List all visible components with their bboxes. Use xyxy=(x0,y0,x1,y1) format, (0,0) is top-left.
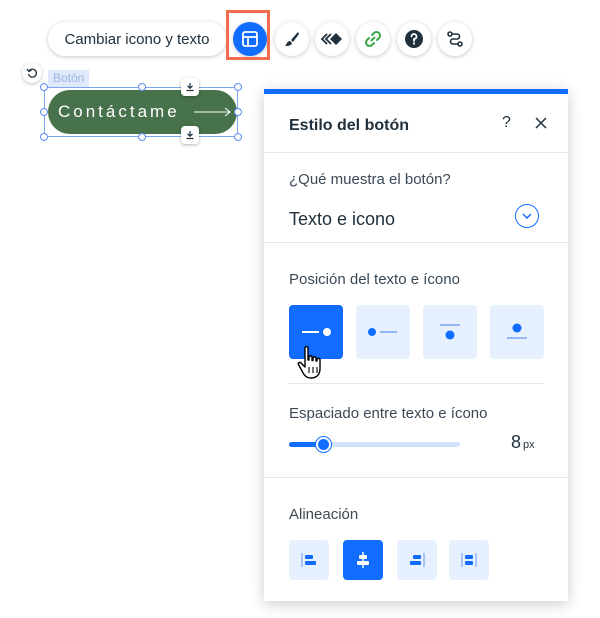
connect-button[interactable] xyxy=(438,22,472,56)
arrow-right-icon xyxy=(193,107,231,117)
resize-handle-bottom-left[interactable] xyxy=(40,133,48,141)
display-section: ¿Qué muestra el botón? Texto e icono xyxy=(264,153,568,243)
site-button-label: Contáctame xyxy=(58,102,180,121)
download-icon xyxy=(186,83,194,92)
change-icon-and-text-button[interactable]: Cambiar icono y texto xyxy=(48,22,226,56)
alignment-section: Alineación xyxy=(264,478,568,600)
paintbrush-icon xyxy=(285,32,299,46)
rotate-handle[interactable] xyxy=(22,63,42,83)
panel-title: Estilo del botón xyxy=(289,117,409,134)
resize-handle-left[interactable] xyxy=(40,108,48,116)
align-right-button[interactable] xyxy=(397,540,437,580)
resize-handle-bottom-right[interactable] xyxy=(234,133,242,141)
align-left-icon xyxy=(301,553,316,567)
display-dropdown-value[interactable]: Texto e icono xyxy=(289,209,395,230)
download-icon xyxy=(186,131,194,140)
stretch-bottom-handle[interactable] xyxy=(181,126,199,144)
spacing-value[interactable]: 8 xyxy=(511,432,521,453)
display-label: ¿Qué muestra el botón? xyxy=(289,171,451,188)
site-button[interactable]: Contáctame xyxy=(48,90,237,134)
spacing-slider-thumb[interactable] xyxy=(316,437,332,452)
position-option-text-top[interactable] xyxy=(423,305,477,359)
highlight-frame xyxy=(226,10,270,60)
panel-close-button[interactable] xyxy=(530,112,552,134)
resize-handle-top-left[interactable] xyxy=(40,83,48,91)
panel-header: Estilo del botón ? xyxy=(264,94,568,153)
spacing-label: Espaciado entre texto e ícono xyxy=(289,405,488,422)
resize-handle-bottom[interactable] xyxy=(138,133,146,141)
help-icon xyxy=(405,30,423,48)
align-center-button[interactable] xyxy=(343,540,383,580)
spacing-slider[interactable] xyxy=(289,437,460,452)
stretch-top-handle[interactable] xyxy=(181,78,199,96)
resize-handle-right[interactable] xyxy=(234,108,242,116)
design-button[interactable] xyxy=(275,22,309,56)
align-center-icon xyxy=(357,552,369,568)
display-dropdown-button[interactable] xyxy=(515,204,539,228)
text-above-icon-icon xyxy=(440,324,460,340)
alignment-label: Alineación xyxy=(289,506,359,523)
align-left-button[interactable] xyxy=(289,540,329,580)
element-tag: Botón xyxy=(48,70,90,87)
connect-icon xyxy=(447,31,463,47)
spacing-unit: px xyxy=(523,439,535,451)
help-button[interactable] xyxy=(397,22,431,56)
icon-above-text-icon xyxy=(507,323,527,339)
position-label: Posición del texto e ícono xyxy=(289,271,460,288)
panel-help-button[interactable]: ? xyxy=(502,114,511,132)
change-icon-and-text-label: Cambiar icono y texto xyxy=(64,30,210,48)
chevron-down-icon xyxy=(522,213,532,219)
rotate-icon xyxy=(26,68,37,78)
align-justify-icon xyxy=(461,553,477,567)
icon-then-text-icon xyxy=(368,328,397,336)
close-icon xyxy=(535,117,547,129)
section-divider xyxy=(289,383,543,384)
animation-button[interactable] xyxy=(315,22,349,56)
align-justify-button[interactable] xyxy=(449,540,489,580)
position-option-icon-left[interactable] xyxy=(356,305,410,359)
resize-handle-top[interactable] xyxy=(138,83,146,91)
align-right-icon xyxy=(410,553,425,567)
link-button[interactable] xyxy=(356,22,390,56)
animation-icon xyxy=(321,33,342,45)
position-option-icon-top[interactable] xyxy=(490,305,544,359)
resize-handle-top-right[interactable] xyxy=(234,83,242,91)
link-icon xyxy=(364,30,382,48)
hand-pointer-icon xyxy=(297,346,321,379)
